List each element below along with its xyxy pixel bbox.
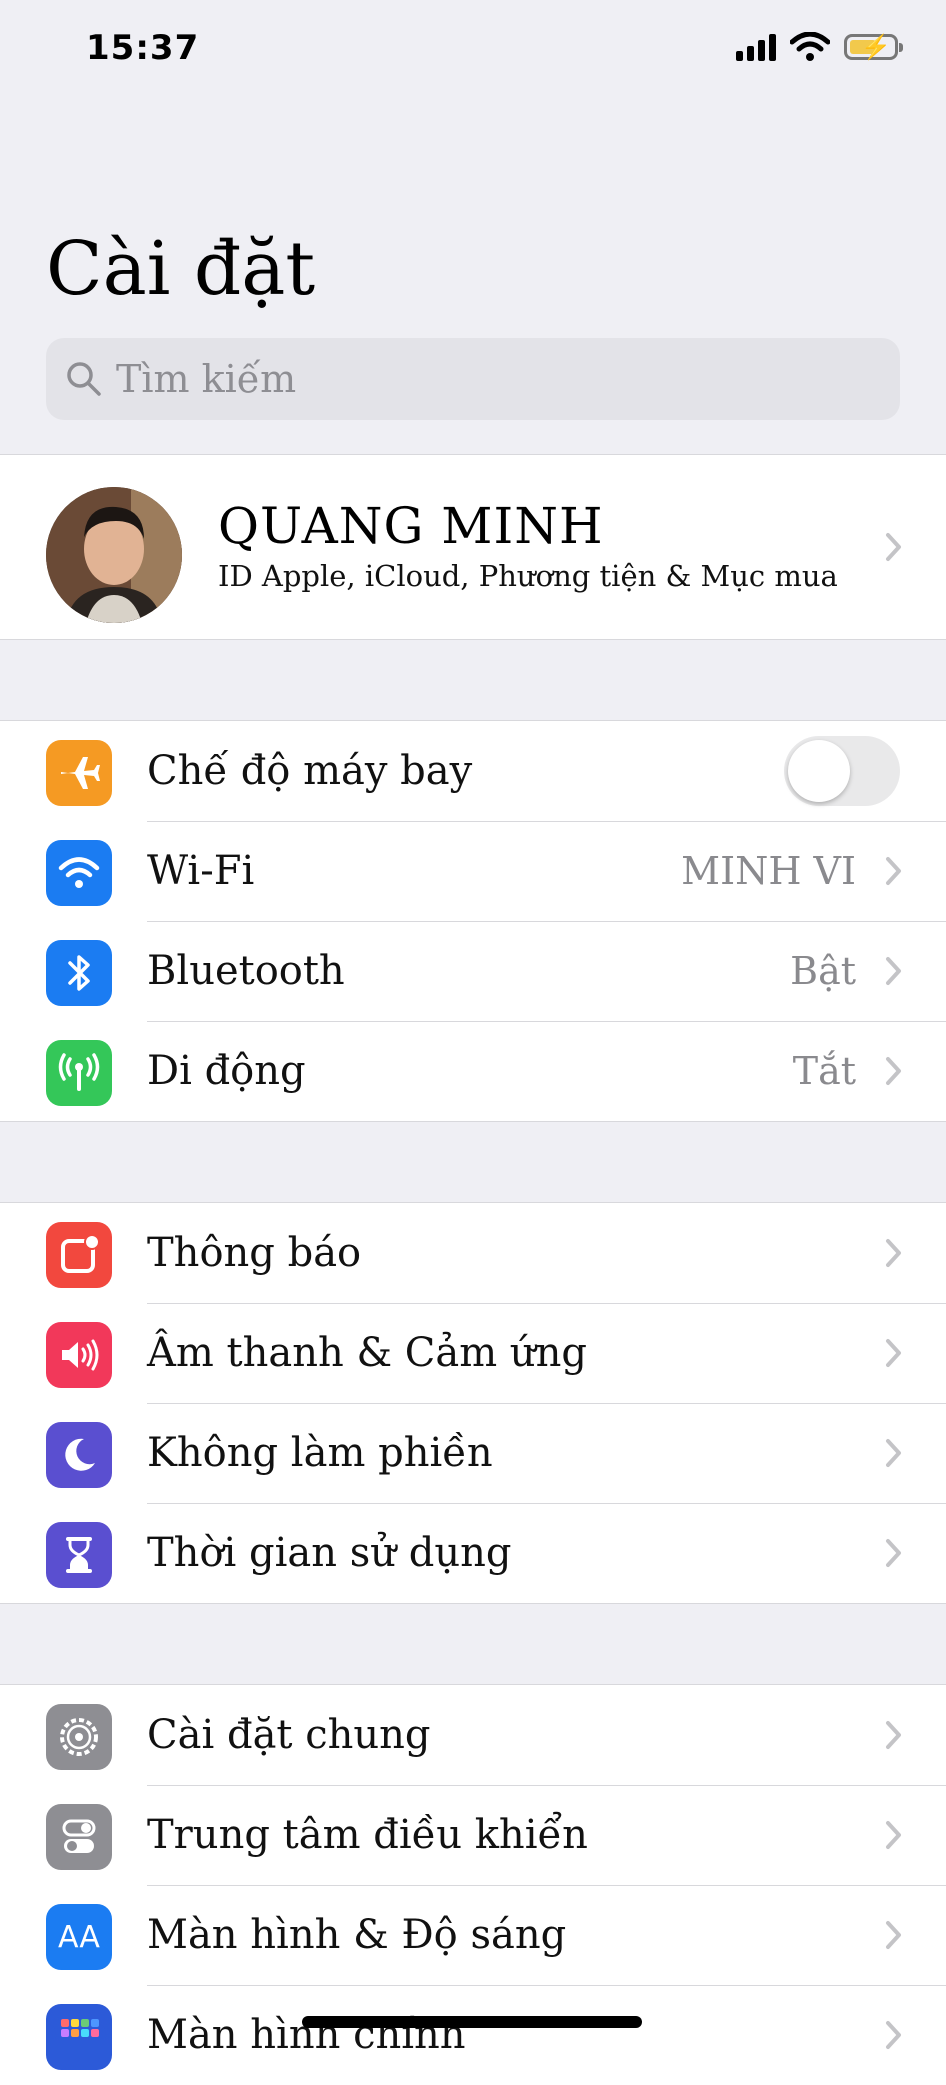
battery-icon: ⚡ [844, 34, 903, 60]
avatar [46, 487, 182, 623]
wifi-label: Wi-Fi [147, 848, 255, 894]
moon-icon [46, 1422, 112, 1488]
toggle-knob [788, 740, 850, 802]
chevron-right-icon [886, 533, 901, 561]
notifications-label: Thông báo [147, 1230, 362, 1276]
status-icons: ⚡ [736, 32, 903, 62]
sounds-label: Âm thanh & Cảm ứng [147, 1330, 587, 1376]
screentime-label: Thời gian sử dụng [147, 1530, 512, 1576]
bluetooth-icon [46, 940, 112, 1006]
dnd-label: Không làm phiền [147, 1430, 493, 1476]
chevron-right-icon [886, 1439, 901, 1467]
profile-row[interactable]: QUANG MINH ID Apple, iCloud, Phương tiện… [0, 455, 946, 639]
bluetooth-label: Bluetooth [147, 948, 345, 994]
airplane-icon [46, 740, 112, 806]
airplane-mode-row: Chế độ máy bay [0, 721, 946, 821]
wifi-value: MINH VI [681, 849, 856, 893]
wifi-icon [46, 840, 112, 906]
chevron-right-icon [886, 1721, 901, 1749]
signal-icon [736, 33, 776, 61]
chevron-right-icon [886, 857, 901, 885]
dnd-row[interactable]: Không làm phiền [0, 1403, 946, 1503]
home-indicator[interactable] [302, 2016, 642, 2028]
cellular-value: Tắt [792, 1049, 856, 1093]
chevron-right-icon [886, 1539, 901, 1567]
chevron-right-icon [886, 957, 901, 985]
search-input[interactable] [114, 356, 878, 402]
airplane-mode-label: Chế độ máy bay [147, 748, 473, 794]
chevron-right-icon [886, 1821, 901, 1849]
wifi-row[interactable]: Wi-Fi MINH VI [0, 821, 946, 921]
sounds-row[interactable]: Âm thanh & Cảm ứng [0, 1303, 946, 1403]
chevron-right-icon [886, 2021, 901, 2049]
gear-icon [46, 1704, 112, 1770]
control-center-label: Trung tâm điều khiển [147, 1812, 588, 1858]
control-center-row[interactable]: Trung tâm điều khiển [0, 1785, 946, 1885]
page-title: Cài đặt [46, 226, 316, 312]
chevron-right-icon [886, 1339, 901, 1367]
bluetooth-row[interactable]: Bluetooth Bật [0, 921, 946, 1021]
speaker-icon [46, 1322, 112, 1388]
hourglass-icon [46, 1522, 112, 1588]
display-icon-text: AA [58, 1919, 100, 1955]
status-time: 15:37 [86, 28, 200, 68]
profile-subtitle: ID Apple, iCloud, Phương tiện & Mục mua [218, 559, 838, 593]
search-icon [67, 362, 101, 396]
status-bar: 15:37 ⚡ [0, 0, 946, 100]
notifications-icon [46, 1222, 112, 1288]
chevron-right-icon [886, 1921, 901, 1949]
bluetooth-value: Bật [790, 949, 856, 993]
connectivity-group: Chế độ máy bay Wi-Fi MINH VI Bluetooth B… [0, 720, 946, 1122]
screentime-row[interactable]: Thời gian sử dụng [0, 1503, 946, 1603]
cellular-label: Di động [147, 1048, 306, 1094]
profile-group: QUANG MINH ID Apple, iCloud, Phương tiện… [0, 454, 946, 640]
cellular-row[interactable]: Di động Tắt [0, 1021, 946, 1121]
chevron-right-icon [886, 1239, 901, 1267]
airplane-mode-toggle[interactable] [784, 736, 900, 806]
display-aa-icon: AA [46, 1904, 112, 1970]
notifications-row[interactable]: Thông báo [0, 1203, 946, 1303]
search-bar[interactable] [46, 338, 900, 420]
chevron-right-icon [886, 1057, 901, 1085]
general-label: Cài đặt chung [147, 1712, 431, 1758]
toggles-icon [46, 1804, 112, 1870]
notifications-group: Thông báo Âm thanh & Cảm ứng Không làm p… [0, 1202, 946, 1604]
display-row[interactable]: AA Màn hình & Độ sáng [0, 1885, 946, 1985]
app-grid-icon [46, 2004, 112, 2070]
cellular-antenna-icon [46, 1040, 112, 1106]
profile-name: QUANG MINH [218, 497, 604, 555]
wifi-status-icon [790, 32, 830, 61]
display-label: Màn hình & Độ sáng [147, 1912, 567, 1958]
general-row[interactable]: Cài đặt chung [0, 1685, 946, 1785]
home-screen-row[interactable]: Màn hình chính [0, 1985, 946, 2085]
